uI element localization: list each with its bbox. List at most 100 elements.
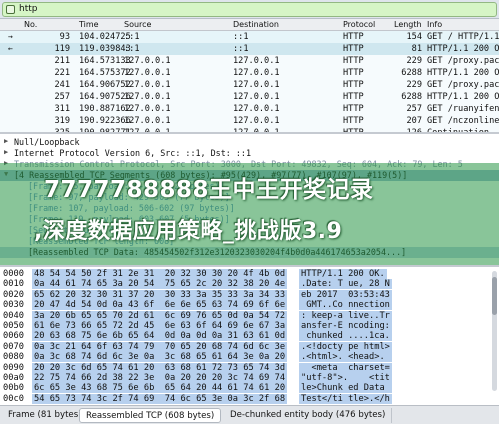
packet-list: No. Time Source Destination Protocol Len…	[0, 19, 499, 132]
hex-row: 0090 20 20 3c 6d 65 74 61 20 63 68 61 72 …	[0, 362, 499, 374]
hex-ascii[interactable]: : keep-a live..Tr	[299, 310, 392, 321]
hex-row: 0040 3a 20 6b 65 65 70 2d 61 6c 69 76 65 …	[0, 310, 499, 322]
hex-offset[interactable]: 0090	[3, 363, 24, 373]
packet-length: 6288	[401, 92, 422, 102]
packet-info: HTTP/1.1 200 OK	[427, 44, 499, 54]
hex-bytes[interactable]: 48 54 54 50 2f 31 2e 31 20 32 30 30 20 4…	[32, 269, 288, 279]
packet-info: HTTP/1.1 200 OK	[427, 68, 499, 78]
packet-no: 319	[54, 116, 70, 126]
hex-bytes[interactable]: 20 63 68 75 6e 6b 65 64 0d 0a 0d 0a 31 6…	[32, 331, 288, 342]
packet-row[interactable]: 93 104.024725::1::1 HTTP 154 GET / HTTP/1.1 →	[0, 31, 499, 43]
hex-offset[interactable]: 0070	[3, 342, 24, 352]
expand-toggle-icon[interactable]: ▶	[4, 148, 8, 156]
column-header-no[interactable]: No.	[24, 20, 70, 29]
packet-no: 311	[54, 104, 70, 114]
tab-reassembled-tcp[interactable]: Reassembled TCP (608 bytes)	[79, 408, 222, 423]
hex-ascii[interactable]: Test</ti tle>.</h	[299, 393, 392, 404]
hex-bytes[interactable]: 0a 44 61 74 65 3a 20 54 75 65 2c 20 32 3…	[32, 279, 288, 290]
packet-bytes-pane: 0000 48 54 54 50 2f 31 2e 31 20 32 30 30 …	[0, 267, 499, 405]
hex-row: 0000 48 54 54 50 2f 31 2e 31 20 32 30 30 …	[0, 269, 499, 280]
hex-bytes[interactable]: 20 47 4d 54 0d 0a 43 6f 6e 6e 65 63 74 6…	[32, 300, 288, 311]
tree-item-label: Internet Protocol Version 6, Src: ::1, D…	[14, 148, 251, 158]
tree-item[interactable]: ▶ Null/Loopback	[0, 137, 499, 148]
hex-offset[interactable]: 0030	[3, 300, 24, 310]
packet-protocol: HTTP	[343, 80, 364, 90]
hex-ascii[interactable]: "utf-8">. <tit	[299, 373, 392, 383]
packet-protocol: HTTP	[343, 44, 364, 54]
hex-bytes[interactable]: 65 62 20 32 30 31 37 20 30 33 3a 35 33 3…	[32, 289, 288, 300]
hex-row: 00b0 6c 65 3e 43 68 75 6e 6b 65 64 20 44 …	[0, 383, 499, 394]
bytes-tab-bar: Frame (81 bytes) Reassembled TCP (608 by…	[0, 405, 499, 424]
filter-text: http	[19, 4, 38, 14]
hex-ascii[interactable]: eb 2017 03:53:43	[299, 289, 392, 300]
packet-row[interactable]: 257 164.907526 127.0.0.1 127.0.0.1 HTTP 6288 H…	[0, 91, 499, 103]
hex-bytes[interactable]: 20 20 3c 6d 65 74 61 20 63 68 61 72 73 6…	[32, 362, 288, 373]
packet-info: GET /proxy.pac	[427, 56, 499, 66]
packet-time: 164.575372	[79, 68, 131, 78]
response-arrow-icon: ←	[8, 44, 13, 53]
request-arrow-icon: →	[8, 32, 13, 41]
hex-offset[interactable]: 00b0	[3, 383, 24, 393]
column-header-protocol[interactable]: Protocol	[343, 20, 375, 29]
column-header-info[interactable]: Info	[427, 20, 442, 29]
packet-protocol: HTTP	[343, 104, 364, 114]
display-filter-input[interactable]: http	[2, 2, 497, 17]
packet-info: GET / HTTP/1.1	[427, 32, 499, 42]
hex-bytes[interactable]: 61 6e 73 66 65 72 2d 45 6e 63 6f 64 69 6…	[32, 321, 288, 331]
packet-source: 127.0.0.1	[124, 116, 171, 126]
packet-row[interactable]: 241 164.906752 127.0.0.1 127.0.0.1 HTTP 229 GE…	[0, 79, 499, 91]
packet-time: 164.573133	[79, 56, 131, 66]
hex-ascii[interactable]: .<html>. <head>.	[299, 352, 392, 363]
hex-row: 0050 61 6e 73 66 65 72 2d 45 6e 63 6f 64 …	[0, 321, 499, 332]
hex-ascii[interactable]: <meta charset=	[299, 362, 392, 373]
hex-bytes[interactable]: 54 65 73 74 3c 2f 74 69 74 6c 65 3e 0a 3…	[32, 393, 288, 404]
hex-row: 0070 0a 3c 21 64 6f 63 74 79 70 65 20 68 …	[0, 341, 499, 353]
hex-offset[interactable]: 0050	[3, 321, 24, 331]
column-header-length[interactable]: Length	[394, 20, 422, 29]
packet-row[interactable]: 319 190.922366 127.0.0.1 127.0.0.1 HTTP 207 GE…	[0, 115, 499, 127]
tree-item[interactable]: ▶ Internet Protocol Version 6, Src: ::1, …	[0, 148, 499, 159]
tree-item-label: Null/Loopback	[14, 137, 80, 147]
hex-ascii[interactable]: .Date: T ue, 28 N	[299, 279, 392, 290]
packet-row[interactable]: 119 119.039843::1::1 HTTP 81 HTTP/1.1 200 OK…	[0, 43, 499, 55]
packet-protocol: HTTP	[343, 56, 364, 66]
column-header-destination[interactable]: Destination	[233, 20, 279, 29]
hex-offset[interactable]: 0060	[3, 331, 24, 341]
hex-offset[interactable]: 0080	[3, 352, 24, 362]
hex-bytes[interactable]: 22 75 74 66 2d 38 22 3e 0a 20 20 20 3c 7…	[32, 373, 288, 383]
hex-offset[interactable]: 00a0	[3, 373, 24, 383]
overlay-title-line1: 7777788888王中王开奖记录	[44, 177, 374, 203]
hex-bytes[interactable]: 0a 3c 21 64 6f 63 74 79 70 65 20 68 74 6…	[32, 341, 288, 352]
tab-frame[interactable]: Frame (81 bytes)	[2, 408, 89, 423]
hex-ascii[interactable]: chunked ....1ca.	[299, 331, 392, 342]
packet-row[interactable]: 221 164.575372 127.0.0.1 127.0.0.1 HTTP 6288 H…	[0, 67, 499, 79]
bookmark-filter-icon[interactable]	[6, 5, 15, 14]
packet-source: ::1	[124, 32, 140, 42]
hex-ascii[interactable]: ansfer-E ncoding:	[299, 321, 392, 331]
hex-ascii[interactable]: le>Chunk ed Data	[299, 383, 392, 394]
packet-row[interactable]: 311 190.887162 127.0.0.1 127.0.0.1 HTTP 257 GE…	[0, 103, 499, 115]
packet-destination: ::1	[233, 44, 249, 54]
packet-no: 93	[59, 32, 70, 42]
hex-offset[interactable]: 0040	[3, 311, 24, 321]
packet-time: 190.922366	[79, 116, 131, 126]
expand-toggle-icon[interactable]: ▶	[4, 137, 8, 145]
packet-protocol: HTTP	[343, 92, 364, 102]
hex-bytes[interactable]: 6c 65 3e 43 68 75 6e 6b 65 64 20 44 61 7…	[32, 383, 288, 394]
packet-time: 190.887162	[79, 104, 131, 114]
hex-ascii[interactable]: HTTP/1.1 200 OK.	[299, 269, 387, 279]
hex-offset[interactable]: 0010	[3, 279, 24, 289]
hex-row: 0030 20 47 4d 54 0d 0a 43 6f 6e 6e 65 63 …	[0, 300, 499, 311]
hex-bytes[interactable]: 3a 20 6b 65 65 70 2d 61 6c 69 76 65 0d 0…	[32, 310, 288, 321]
packet-row[interactable]: 211 164.573133 127.0.0.1 127.0.0.1 HTTP 229 GE…	[0, 55, 499, 67]
hex-bytes[interactable]: 0a 3c 68 74 6d 6c 3e 0a 3c 68 65 61 64 3…	[32, 352, 288, 363]
column-header-time[interactable]: Time	[79, 20, 99, 29]
column-header-source[interactable]: Source	[124, 20, 151, 29]
packet-info: GET /ruanyifeng	[427, 104, 499, 114]
hex-ascii[interactable]: GMT..Co nnection	[299, 300, 392, 311]
hex-offset[interactable]: 00c0	[3, 394, 24, 404]
hex-ascii[interactable]: .<!docty pe html>	[299, 341, 392, 352]
hex-offset[interactable]: 0020	[3, 290, 24, 300]
tab-dechunked-body[interactable]: De-chunked entity body (476 bytes)	[224, 408, 393, 423]
hex-offset[interactable]: 0000	[3, 269, 24, 279]
